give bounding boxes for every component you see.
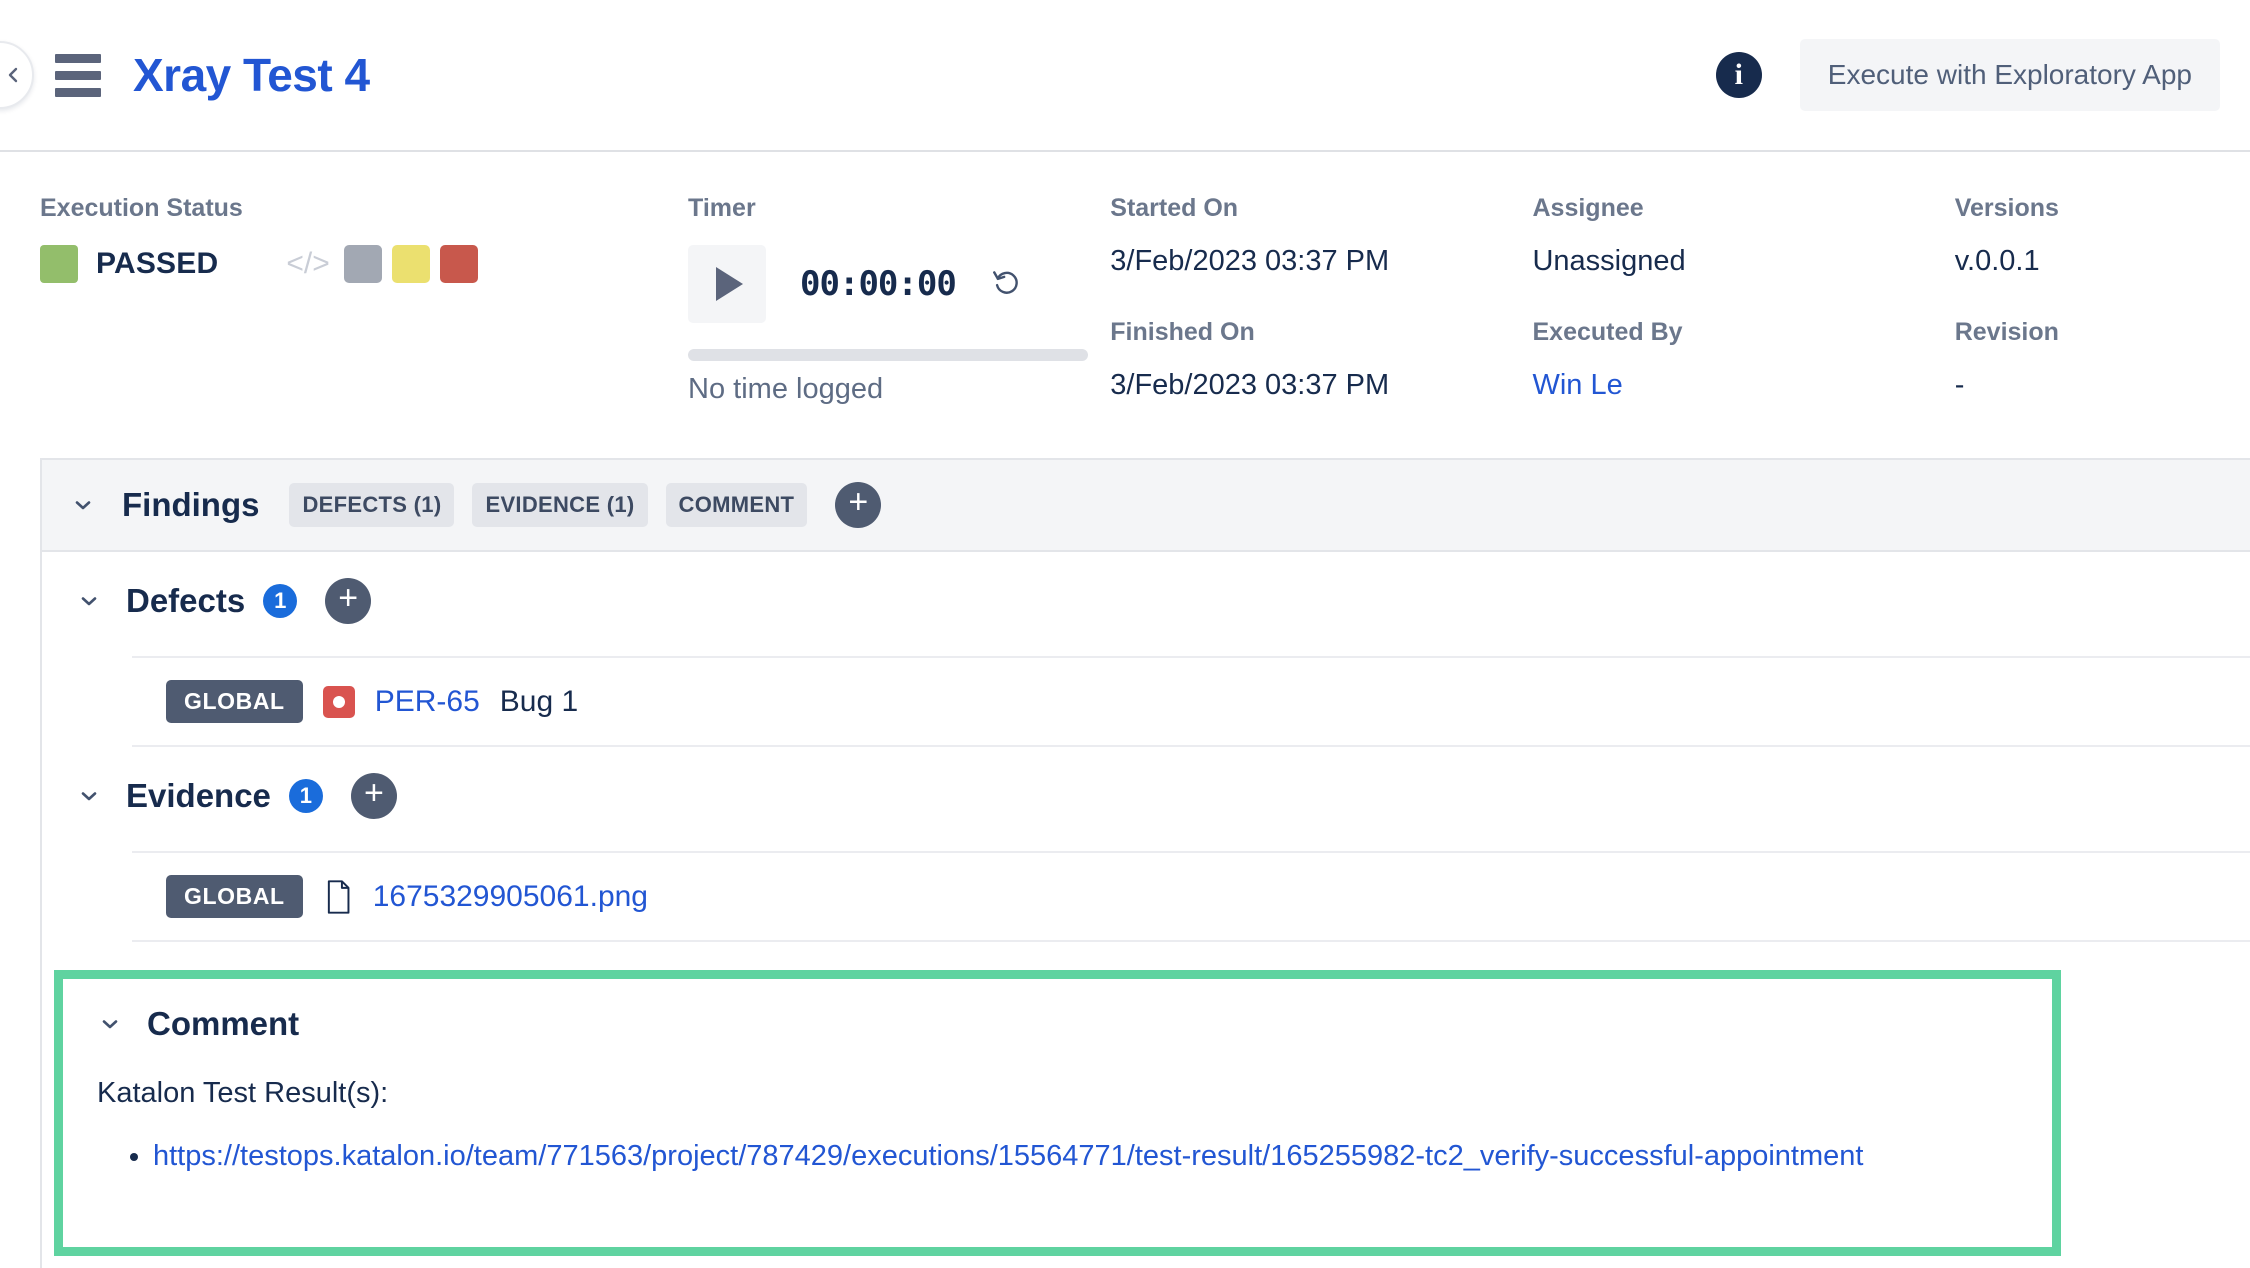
chevron-down-icon[interactable] xyxy=(76,783,102,809)
chevron-down-icon[interactable] xyxy=(70,492,96,518)
evidence-file-link[interactable]: 1675329905061.png xyxy=(373,880,648,914)
finished-on-field: Finished On 3/Feb/2023 03:37 PM xyxy=(1110,318,1532,402)
versions-field: Versions v.0.0.1 xyxy=(1955,194,2210,278)
findings-card: Findings DEFECTS (1) EVIDENCE (1) COMMEN… xyxy=(40,458,2250,1268)
comment-body: Katalon Test Result(s): https://testops.… xyxy=(97,1077,2052,1177)
defect-key-link[interactable]: PER-65 xyxy=(375,685,480,719)
chevron-left-icon xyxy=(3,65,23,85)
execute-with-exploratory-app-button[interactable]: Execute with Exploratory App xyxy=(1800,39,2220,111)
people-column: Assignee Unassigned Executed By Win Le xyxy=(1532,194,1954,406)
execution-status-column: Execution Status PASSED </> xyxy=(40,194,688,406)
finished-on-value: 3/Feb/2023 03:37 PM xyxy=(1110,369,1532,402)
add-finding-button[interactable]: + xyxy=(835,482,881,528)
findings-header: Findings DEFECTS (1) EVIDENCE (1) COMMEN… xyxy=(42,460,2250,552)
card-bottom-spacer xyxy=(42,1256,2250,1268)
table-row[interactable]: GLOBAL PER-65 Bug 1 xyxy=(132,656,2250,747)
timer-label: Timer xyxy=(688,194,1110,223)
code-icon: </> xyxy=(286,247,329,281)
executed-by-field: Executed By Win Le xyxy=(1532,318,1954,402)
table-row[interactable]: GLOBAL 1675329905061.png xyxy=(132,851,2250,942)
bug-icon xyxy=(323,686,355,718)
status-swatch-executing[interactable] xyxy=(392,245,430,283)
findings-title: Findings xyxy=(122,486,259,524)
comment-text: Katalon Test Result(s): xyxy=(97,1077,2052,1110)
started-on-label: Started On xyxy=(1110,194,1532,223)
chevron-down-icon[interactable] xyxy=(76,588,102,614)
comment-header: Comment xyxy=(97,1005,2052,1043)
status-palette: </> xyxy=(286,245,477,283)
list-item: https://testops.katalon.io/team/771563/p… xyxy=(153,1136,2052,1177)
dates-column: Started On 3/Feb/2023 03:37 PM Finished … xyxy=(1110,194,1532,406)
file-icon xyxy=(323,880,353,914)
timer-column: Timer 00:00:00 No time logged xyxy=(688,194,1110,406)
execution-summary: Execution Status PASSED </> Timer 00:00:… xyxy=(0,152,2250,444)
execution-status-row: PASSED </> xyxy=(40,245,688,283)
status-color-chip xyxy=(40,245,78,283)
finished-on-label: Finished On xyxy=(1110,318,1532,347)
timer-progress-bar xyxy=(688,349,1088,361)
revision-field: Revision - xyxy=(1955,318,2210,402)
assignee-field: Assignee Unassigned xyxy=(1532,194,1954,278)
timer-controls: 00:00:00 xyxy=(688,245,1110,323)
assignee-value: Unassigned xyxy=(1532,245,1954,278)
evidence-title: Evidence xyxy=(126,777,271,815)
comment-title: Comment xyxy=(147,1005,299,1043)
defects-count-badge: 1 xyxy=(263,584,297,618)
assignee-label: Assignee xyxy=(1532,194,1954,223)
versions-value: v.0.0.1 xyxy=(1955,245,2210,278)
reset-icon[interactable] xyxy=(990,265,1024,304)
play-icon xyxy=(716,267,743,301)
evidence-scope-tag: GLOBAL xyxy=(166,875,303,918)
executed-by-value[interactable]: Win Le xyxy=(1532,369,1954,402)
defects-header: Defects 1 + xyxy=(76,578,2250,628)
findings-pill-comment[interactable]: COMMENT xyxy=(666,483,808,527)
top-bar: Xray Test 4 i Execute with Exploratory A… xyxy=(0,0,2250,152)
comment-section: Comment Katalon Test Result(s): https://… xyxy=(54,970,2052,1256)
comment-result-link[interactable]: https://testops.katalon.io/team/771563/p… xyxy=(153,1140,1863,1172)
evidence-section: Evidence 1 + GLOBAL 1675329905061.png xyxy=(42,747,2250,942)
add-evidence-button[interactable]: + xyxy=(351,773,397,819)
defects-title: Defects xyxy=(126,582,245,620)
defect-summary: Bug 1 xyxy=(500,685,578,719)
status-swatch-todo[interactable] xyxy=(344,245,382,283)
versions-label: Versions xyxy=(1955,194,2210,223)
findings-pill-evidence[interactable]: EVIDENCE (1) xyxy=(472,483,647,527)
started-on-field: Started On 3/Feb/2023 03:37 PM xyxy=(1110,194,1532,278)
add-defect-button[interactable]: + xyxy=(325,578,371,624)
info-icon[interactable]: i xyxy=(1716,52,1762,98)
defect-scope-tag: GLOBAL xyxy=(166,680,303,723)
versions-column: Versions v.0.0.1 Revision - xyxy=(1955,194,2210,406)
page-title: Xray Test 4 xyxy=(133,48,370,102)
evidence-count-badge: 1 xyxy=(289,779,323,813)
timer-value: 00:00:00 xyxy=(800,264,956,304)
defects-section: Defects 1 + GLOBAL PER-65 Bug 1 xyxy=(42,552,2250,747)
chevron-down-icon[interactable] xyxy=(97,1011,123,1037)
sidebar-collapse-handle[interactable] xyxy=(0,41,34,109)
status-value: PASSED xyxy=(96,247,218,281)
status-swatch-failed[interactable] xyxy=(440,245,478,283)
timer-progress-note: No time logged xyxy=(688,373,1110,406)
findings-pill-defects[interactable]: DEFECTS (1) xyxy=(289,483,454,527)
hamburger-icon[interactable] xyxy=(55,54,101,97)
revision-label: Revision xyxy=(1955,318,2210,347)
top-bar-actions: i Execute with Exploratory App xyxy=(1716,39,2250,111)
revision-value: - xyxy=(1955,369,2210,402)
timer-play-button[interactable] xyxy=(688,245,766,323)
evidence-header: Evidence 1 + xyxy=(76,773,2250,823)
execution-status-label: Execution Status xyxy=(40,194,688,223)
started-on-value: 3/Feb/2023 03:37 PM xyxy=(1110,245,1532,278)
comment-link-list: https://testops.katalon.io/team/771563/p… xyxy=(153,1136,2052,1177)
executed-by-label: Executed By xyxy=(1532,318,1954,347)
